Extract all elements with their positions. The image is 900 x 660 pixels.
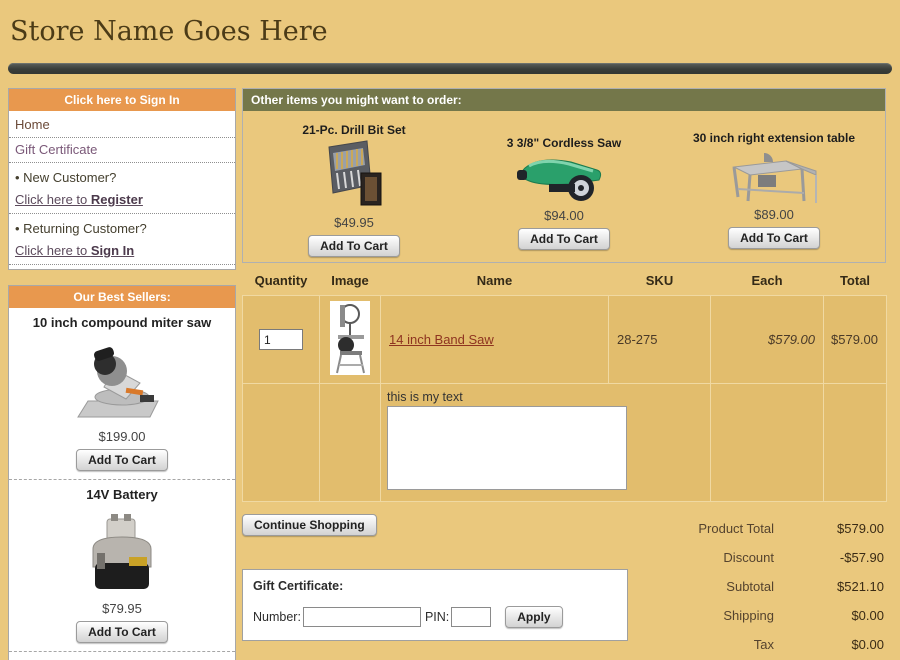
upsell-items: 21-Pc. Drill Bit Set [243,111,885,257]
bottom-left: Continue Shopping Gift Certificate: Numb… [242,514,638,641]
continue-shopping-button[interactable]: Continue Shopping [242,514,377,536]
battery-image[interactable] [13,507,231,599]
order-totals: Product Total $579.00 Discount -$57.90 S… [638,514,886,660]
extension-table-image[interactable] [674,145,874,205]
gift-pin-input[interactable] [451,607,491,627]
band-saw-image[interactable] [330,301,370,375]
bestsellers-panel: Our Best Sellers: 10 inch compound miter… [8,285,236,660]
gift-number-label: Number: [253,610,301,624]
quantity-input[interactable] [259,329,303,350]
bestseller-price: $79.95 [13,601,231,616]
bestseller-item: 14V Battery $79.95 Add To Cart [9,479,235,651]
bestseller-price: $199.00 [13,429,231,444]
gift-number-input[interactable] [303,607,421,627]
store-name-title: Store Name Goes Here [0,0,900,57]
totals-row: Tax $0.00 [638,630,884,659]
bestsellers-panel-header: Our Best Sellers: [9,286,235,308]
add-to-cart-button[interactable]: Add To Cart [308,235,400,257]
bestseller-name: 14V Battery [13,486,231,503]
totals-value: $0.00 [774,608,884,623]
cart-note-row: this is my text [243,384,887,502]
cart-item-sku: 28-275 [609,296,711,384]
totals-value: -$57.90 [774,550,884,565]
signin-link-bold: Sign In [91,243,134,258]
signin-link-prefix: Click here to [15,243,91,258]
gift-certificate-box: Gift Certificate: Number: PIN: Apply [242,569,628,641]
totals-row: Shipping $0.00 [638,601,884,630]
add-to-cart-button[interactable]: Add To Cart [76,621,168,643]
bottom-section: Continue Shopping Gift Certificate: Numb… [242,514,886,660]
totals-value: $579.00 [774,521,884,536]
cart-note-label: this is my text [387,390,710,404]
sidebar-link-home[interactable]: Home [9,113,235,138]
header-divider-bar [8,63,892,74]
totals-row: Product Total $579.00 [638,514,884,543]
cart-item-link[interactable]: 14 inch Band Saw [389,332,494,347]
upsell-panel: Other items you might want to order: 21-… [242,88,886,263]
totals-row: Discount -$57.90 [638,543,884,572]
apply-button[interactable]: Apply [505,606,562,628]
cart-item-each: $579.00 [711,296,824,384]
signin-panel: Click here to Sign In Home Gift Certific… [8,88,236,270]
upsell-name: 30 inch right extension table [674,131,874,145]
col-quantity: Quantity [243,268,320,296]
sidebar: Click here to Sign In Home Gift Certific… [8,88,236,660]
upsell-price: $94.00 [464,208,664,223]
gift-pin-label: PIN: [425,610,449,624]
cart-item-row: 14 inch Band Saw 28-275 $579.00 $579.00 [243,296,887,384]
upsell-name: 3 3/8" Cordless Saw [464,136,664,150]
bestseller-item: 10 inch compound miter saw $199.00 Add T [9,308,235,479]
bestseller-item: 18V Hammerdrill, Trim Saw, Reciprocating… [9,651,235,660]
bestseller-name: 10 inch compound miter saw [13,314,231,331]
col-image: Image [320,268,381,296]
signin-links: Home Gift Certificate • New Customer? Cl… [9,111,235,269]
upsell-price: $49.95 [254,215,454,230]
totals-value: $0.00 [774,637,884,652]
totals-label: Discount [723,550,774,565]
signin-link[interactable]: Click here to Sign In [9,239,235,265]
register-link-bold: Register [91,192,143,207]
miter-saw-image[interactable] [13,335,231,427]
add-to-cart-button[interactable]: Add To Cart [728,227,820,249]
cart-note-textarea[interactable] [387,406,627,490]
col-name: Name [381,268,609,296]
upsell-panel-header: Other items you might want to order: [243,89,885,111]
drill-bit-set-image[interactable] [254,137,454,213]
upsell-item: 30 inch right extension table [674,117,874,257]
upsell-item: 3 3/8" Cordless Saw $94.00 [464,117,664,257]
register-link-prefix: Click here to [15,192,91,207]
totals-label: Subtotal [726,579,774,594]
totals-row: Subtotal $521.10 [638,572,884,601]
cart-item-total: $579.00 [824,296,887,384]
content-area: Click here to Sign In Home Gift Certific… [0,74,900,660]
register-link[interactable]: Click here to Register [9,188,235,214]
totals-value: $521.10 [774,579,884,594]
upsell-item: 21-Pc. Drill Bit Set [254,117,454,257]
cart-table: Quantity Image Name SKU Each Total [242,268,887,502]
returning-customer-prompt: • Returning Customer? [9,214,235,239]
page-header: Store Name Goes Here [0,0,900,74]
add-to-cart-button[interactable]: Add To Cart [518,228,610,250]
cart-header-row: Quantity Image Name SKU Each Total [243,268,887,296]
sidebar-link-gift-certificate[interactable]: Gift Certificate [9,138,235,163]
cordless-saw-image[interactable] [464,150,664,206]
main-area: Other items you might want to order: 21-… [242,88,886,660]
signin-panel-header[interactable]: Click here to Sign In [9,89,235,111]
totals-label: Product Total [698,521,774,536]
col-sku: SKU [609,268,711,296]
totals-label: Tax [754,637,774,652]
upsell-price: $89.00 [674,207,874,222]
col-total: Total [824,268,887,296]
col-each: Each [711,268,824,296]
upsell-name: 21-Pc. Drill Bit Set [254,123,454,137]
add-to-cart-button[interactable]: Add To Cart [76,449,168,471]
gift-certificate-title: Gift Certificate: [253,579,617,593]
totals-label: Shipping [723,608,774,623]
new-customer-prompt: • New Customer? [9,163,235,188]
